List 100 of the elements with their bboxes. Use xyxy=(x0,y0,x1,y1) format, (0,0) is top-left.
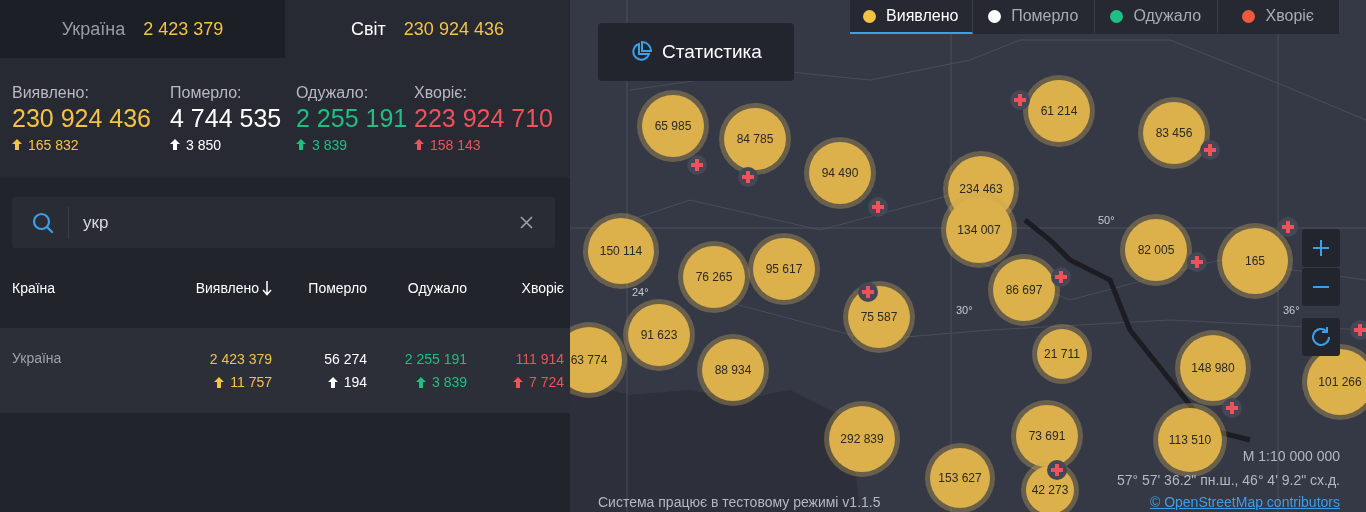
cluster-marker[interactable]: 153 627 xyxy=(930,448,990,508)
cluster-marker[interactable]: 150 114 xyxy=(588,218,654,284)
cluster-marker[interactable]: 73 691 xyxy=(1016,405,1078,467)
grid-label: 30° xyxy=(956,304,973,316)
footer-text: Система працює в тестовому режимі v1.1.5 xyxy=(598,494,881,510)
column-header[interactable]: Померло xyxy=(308,280,367,296)
stat-label: Померло: xyxy=(170,83,243,102)
stat-delta: 3 850 xyxy=(186,136,222,153)
refresh-button[interactable] xyxy=(1302,318,1340,356)
grid-label: 36° xyxy=(1283,304,1300,316)
hospital-marker-icon[interactable] xyxy=(738,167,758,187)
cluster-marker[interactable]: 148 980 xyxy=(1180,335,1246,401)
stat-label: Одужало: xyxy=(296,83,370,102)
cluster-marker[interactable]: 65 985 xyxy=(642,95,704,157)
column-header[interactable]: Виявлено xyxy=(195,280,259,296)
stat-value: 4 744 535 xyxy=(170,103,283,133)
up-arrow-icon xyxy=(512,376,523,388)
cluster-marker[interactable]: 113 510 xyxy=(1158,408,1222,472)
stat-label: Хворіє: xyxy=(414,83,468,102)
delta-value: 7 724 xyxy=(528,374,564,390)
zoom-in-button[interactable] xyxy=(1302,229,1340,267)
cluster-marker[interactable]: 61 214 xyxy=(1028,80,1090,142)
hospital-marker-icon[interactable] xyxy=(1222,398,1242,418)
statistics-button[interactable]: Статистика xyxy=(598,23,794,81)
hospital-marker-icon[interactable] xyxy=(1051,267,1071,287)
cluster-marker[interactable]: 84 785 xyxy=(724,108,786,170)
grid-label: 24° xyxy=(632,286,649,298)
search-input[interactable]: укр xyxy=(69,211,520,234)
plus-icon xyxy=(1312,239,1330,257)
hospital-marker-icon[interactable] xyxy=(1010,90,1030,110)
stat-value: 230 924 436 xyxy=(12,103,153,133)
sort-arrow-icon[interactable] xyxy=(262,280,272,296)
table-cell: 2 423 379 xyxy=(209,351,272,367)
up-arrow-icon xyxy=(415,376,426,388)
column-header[interactable]: Хворіє xyxy=(521,280,564,296)
zoom-out-button[interactable] xyxy=(1302,268,1340,306)
region-tab[interactable]: Україна 2 423 379 xyxy=(0,0,285,58)
grid-label: 50° xyxy=(1098,214,1115,226)
stat-delta: 158 143 xyxy=(430,136,481,153)
close-icon[interactable] xyxy=(520,216,533,229)
hospital-marker-icon[interactable] xyxy=(1047,460,1067,480)
hospital-marker-icon[interactable] xyxy=(687,155,707,175)
tab-count: 2 423 379 xyxy=(143,18,224,40)
cluster-marker[interactable]: 95 617 xyxy=(753,238,815,300)
cluster-marker[interactable]: 134 007 xyxy=(946,197,1012,263)
cluster-marker[interactable]: 88 934 xyxy=(702,339,764,401)
hospital-marker-icon[interactable] xyxy=(858,282,878,302)
cluster-marker[interactable]: 101 266 xyxy=(1307,349,1366,415)
stat-delta: 3 839 xyxy=(312,136,348,153)
layer-tab[interactable]: Одужало xyxy=(1095,0,1218,34)
cluster-marker[interactable]: 86 697 xyxy=(993,259,1055,321)
hospital-marker-icon[interactable] xyxy=(1200,140,1220,160)
cluster-marker[interactable]: 91 623 xyxy=(628,304,690,366)
search-field[interactable]: укр xyxy=(12,197,555,248)
minus-icon xyxy=(1312,285,1330,289)
up-arrow-icon xyxy=(12,139,22,150)
up-arrow-icon xyxy=(170,139,180,150)
map-scale: М 1:10 000 000 xyxy=(1242,448,1340,464)
layer-tab[interactable]: Хворіє xyxy=(1217,0,1340,34)
tab-label: Україна xyxy=(61,18,126,40)
column-header[interactable]: Одужало xyxy=(407,280,467,296)
delta-value: 3 839 xyxy=(431,374,467,390)
delta-value: 11 757 xyxy=(230,374,272,390)
hospital-marker-icon[interactable] xyxy=(1187,252,1207,272)
layer-tab[interactable]: Виявлено xyxy=(850,0,973,34)
region-tab[interactable]: Світ 230 924 436 xyxy=(285,0,570,58)
cluster-marker[interactable]: 21 711 xyxy=(1037,329,1087,379)
column-header[interactable]: Країна xyxy=(12,280,56,296)
attribution-link[interactable]: © OpenStreetMap contributors xyxy=(1149,494,1340,510)
cursor-coordinates: 57° 57' 36.2" пн.ш., 46° 4' 9.2" сх.д. xyxy=(1116,472,1340,488)
pie-chart-icon xyxy=(630,41,653,63)
tab-label: Світ xyxy=(351,18,386,40)
stat-value: 2 255 191 xyxy=(296,103,409,133)
cluster-marker[interactable]: 63 774 xyxy=(570,327,622,393)
table-cell: 2 255 191 xyxy=(404,351,467,367)
tab-count: 230 924 436 xyxy=(403,18,504,40)
cluster-marker[interactable]: 76 265 xyxy=(683,246,745,308)
up-arrow-icon xyxy=(327,376,338,388)
hospital-marker-icon[interactable] xyxy=(868,197,888,217)
up-arrow-icon xyxy=(214,376,225,388)
cluster-marker[interactable]: 165 xyxy=(1222,228,1288,294)
stat-label: Виявлено: xyxy=(12,83,90,102)
stat-delta: 165 832 xyxy=(28,136,79,153)
table-cell: 56 274 xyxy=(324,351,367,367)
search-icon xyxy=(32,211,54,234)
cluster-marker[interactable]: 83 456 xyxy=(1143,102,1205,164)
up-arrow-icon xyxy=(414,139,424,150)
country-name: Україна xyxy=(12,350,63,366)
hospital-marker-icon[interactable] xyxy=(1278,217,1298,237)
cluster-marker[interactable]: 292 839 xyxy=(829,406,895,472)
cluster-marker[interactable]: 82 005 xyxy=(1125,219,1187,281)
stat-value: 223 924 710 xyxy=(414,103,555,133)
up-arrow-icon xyxy=(296,139,306,150)
hospital-marker-icon[interactable] xyxy=(1350,320,1366,340)
cluster-marker[interactable]: 94 490 xyxy=(809,142,871,204)
delta-value: 194 xyxy=(343,374,367,390)
layer-tab[interactable]: Померло xyxy=(972,0,1095,34)
cluster-marker[interactable]: 75 587 xyxy=(848,286,910,348)
table-cell: 111 914 xyxy=(515,351,564,367)
refresh-icon xyxy=(1310,326,1332,348)
